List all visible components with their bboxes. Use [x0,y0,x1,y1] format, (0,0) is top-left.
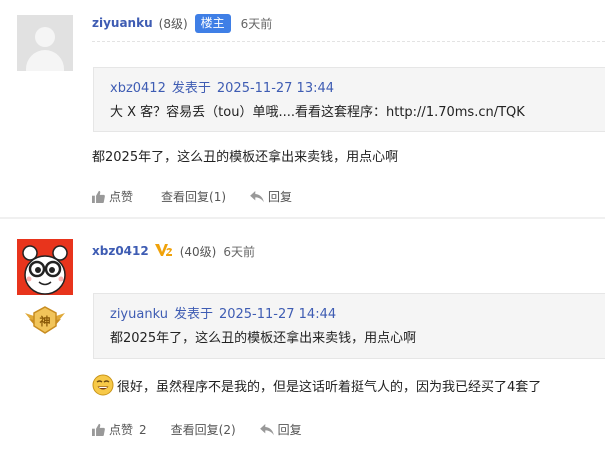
quote-text: 大 X 客？容易丢（tou）单哦....看看这套程序：http://1.70ms… [110,105,525,120]
quote-block: ziyuanku 发表于 2025-11-27 14:44 都2025年了，这么丑的… [93,293,605,359]
reply-button[interactable]: 回复 [250,188,292,205]
post-actions: 点赞 2 查看回复(2) 回复 [92,421,302,438]
user-avatar[interactable] [17,15,73,71]
reply-arrow-icon [259,423,274,435]
quote-datetime: 2025-11-27 14:44 [218,307,337,322]
quote-header: ziyuanku 发表于 2025-11-27 14:44 [110,306,605,324]
default-avatar-icon [35,27,55,47]
quote-text: 都2025年了，这么丑的模板还拿出来卖钱，用点心啊 [110,331,417,346]
quote-author[interactable]: ziyuanku [110,307,168,322]
quote-block: xbz0412 发表于 2025-11-27 13:44 大 X 客？容易丢（tou… [93,67,605,132]
reply-label: 回复 [268,190,293,204]
quote-header: xbz0412 发表于 2025-11-27 13:44 [110,80,605,98]
user-avatar[interactable] [17,239,73,295]
post-meta: ziyuanku (8级) 楼主 6天前 [92,13,272,33]
post-meta: xbz0412 V2 (40级) 6天前 [92,241,255,261]
quote-author[interactable]: xbz0412 [110,81,166,96]
view-replies-label: 查看回复(1) [161,190,227,204]
user-level: (40级) [179,244,217,259]
thumbs-up-icon [92,190,105,203]
post-content: 都2025年了，这么丑的模板还拿出来卖钱，用点心啊 [92,146,398,165]
post-content-text: 很好，虽然程序不是我的，但是这话听着挺气人的，因为我已经买了4套了 [117,379,542,395]
vip-icon[interactable]: V2 [154,243,173,260]
post-actions: 点赞 查看回复(1) 回复 [92,188,292,205]
post-content-text: 都2025年了，这么丑的模板还拿出来卖钱，用点心啊 [92,150,399,165]
reply-post-1: ziyuanku (8级) 楼主 6天前 xbz0412 发表于 2025-11-2… [0,0,605,218]
post-time: 6天前 [240,16,273,31]
like-label: 点赞 [109,190,134,204]
view-replies-button[interactable]: 查看回复(2) [171,421,236,438]
reply-button[interactable]: 回复 [259,421,302,438]
quote-posted-label: 发表于 [171,81,211,96]
quote-posted-label: 发表于 [173,307,213,322]
like-button[interactable]: 点赞 [92,188,133,205]
op-badge: 楼主 [194,13,231,33]
cartoon-avatar-icon [17,239,73,295]
username-link[interactable]: xbz0412 [92,244,149,258]
thumbs-up-icon [92,423,105,436]
post-time: 6天前 [223,244,255,259]
reply-post-2: 神 xbz0412 V2 (40级) 6天前 ziyuanku 发表于 2025-1… [0,219,605,451]
reply-label: 回复 [277,423,302,437]
like-count: 2 [139,422,147,437]
smiley-emoji-icon [92,374,114,396]
view-replies-label: 查看回复(2) [170,423,236,437]
reply-arrow-icon [250,190,264,202]
post-content: 很好，虽然程序不是我的，但是这话听着挺气人的，因为我已经买了4套了 [92,374,541,396]
medal-text: 神 [40,314,51,328]
username-link[interactable]: ziyuanku [92,16,153,30]
user-level: (8级) [158,16,188,31]
like-button[interactable]: 点赞 2 [92,421,147,438]
view-replies-button[interactable]: 查看回复(1) [161,188,226,205]
quote-datetime: 2025-11-27 13:44 [216,81,335,96]
like-label: 点赞 [109,423,134,437]
meta-divider [92,41,605,42]
medal-icon[interactable]: 神 [23,305,67,335]
